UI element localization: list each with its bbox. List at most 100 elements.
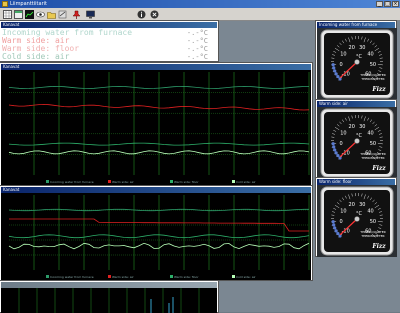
legend-swatch [170, 275, 173, 278]
close-circle-icon[interactable] [150, 10, 159, 19]
gauge-logo: Fizz [371, 165, 386, 172]
gauge-brand-line2: THERMOMETER [360, 234, 384, 238]
gauge-tick-label: 10 [340, 130, 346, 136]
thermometer-gauge: -100102030405060°CTHREE-QUARTERTHERMOMET… [317, 185, 397, 257]
toolbar [0, 8, 400, 21]
chart-window-top: Kanavat Incoming water from furnaceWarm … [0, 63, 312, 185]
legend-swatch [46, 180, 49, 183]
grid-icon[interactable] [3, 10, 12, 19]
legend-row: Cold side: air -.-°C [2, 53, 216, 61]
gauge-window: Incoming water from furnace -10010203040… [316, 21, 396, 99]
gauge-tick-label: 20 [349, 45, 355, 51]
legend-row-value: -.-°C [187, 37, 208, 45]
legend-window: Kanavat Incoming water from furnace -.-°… [0, 21, 218, 61]
legend-swatch [170, 180, 173, 183]
legend-label: Warm side: air [112, 275, 134, 279]
title-bar: Liimpanttiitarit _ □ × [0, 0, 400, 8]
gauge-unit: °C [356, 54, 363, 60]
gauge-tick-label: 40 [367, 208, 373, 214]
chart-window-bottom: Kanavat Incoming water from furnaceWarm … [0, 186, 312, 280]
info-icon[interactable] [137, 10, 146, 19]
gauge-logo: Fizz [371, 86, 386, 93]
cold-zone-mark [333, 69, 336, 72]
cold-zone-mark [338, 234, 341, 237]
gauge-tick-label: 50 [370, 62, 376, 68]
chart-window-third [0, 281, 218, 312]
monitor-icon[interactable] [86, 10, 95, 19]
folder-icon[interactable] [47, 10, 56, 19]
gauge-tick-label: 30 [359, 45, 365, 51]
chart-top-plot[interactable]: Incoming water from furnace Warm side: ai… [1, 70, 311, 185]
cold-zone-mark [336, 75, 339, 78]
gauge-tick-label: 20 [349, 202, 355, 208]
gauge-tick-label: 30 [359, 124, 365, 130]
gauge-tick-label: 30 [359, 202, 365, 208]
gauge-hub [355, 217, 360, 222]
gauge-unit: °C [356, 133, 363, 139]
gauge-tick-label: 0 [340, 62, 343, 68]
chart-icon[interactable] [25, 10, 34, 19]
gauge-tick-label: 10 [340, 51, 346, 57]
legend-swatch [232, 180, 235, 183]
gauge-tick-label: 50 [370, 219, 376, 225]
gauge-hub [355, 139, 360, 144]
gauge-logo: Fizz [371, 243, 386, 250]
maximize-button[interactable]: □ [384, 1, 391, 7]
gauge-tick-label: 10 [340, 208, 346, 214]
cold-zone-mark [332, 220, 335, 223]
cold-zone-mark [336, 232, 339, 235]
legend-label: Warm side: air [112, 180, 134, 184]
chart-bottom-plot[interactable]: Incoming water from furnace Warm side: ai… [1, 193, 311, 280]
legend-swatch [232, 275, 235, 278]
pin-icon[interactable] [72, 10, 81, 19]
cold-zone-mark [333, 226, 336, 229]
cold-zone-mark [332, 223, 335, 226]
legend-label: Incoming water from furnace [50, 180, 94, 184]
gauge-tick-label: 40 [367, 51, 373, 57]
legend-label: Cold side: air [236, 180, 256, 184]
app-icon [2, 1, 8, 7]
plot-background [1, 70, 311, 185]
gauge-brand-line2: THERMOMETER [360, 77, 384, 81]
app-title: Liimpanttiitarit [10, 1, 47, 7]
cold-zone-mark [335, 72, 338, 75]
cold-zone-mark [332, 66, 335, 69]
eye-icon[interactable] [36, 10, 45, 19]
gauge-tick-label: 40 [367, 130, 373, 136]
legend-row-value: -.-°C [187, 29, 208, 37]
gauge-hub [355, 60, 360, 65]
cold-zone-mark [338, 156, 341, 159]
legend-label: Warm side: floor [174, 180, 199, 184]
cold-zone-mark [332, 145, 335, 148]
cold-zone-mark [335, 229, 338, 232]
legend-swatch [46, 275, 49, 278]
gauge-tick-label: 20 [349, 124, 355, 130]
minimize-button[interactable]: _ [376, 1, 383, 7]
legend-row-value: -.-°C [187, 53, 208, 61]
gauge-brand-line2: THERMOMETER [360, 156, 384, 160]
chart-third-plot[interactable] [1, 288, 217, 313]
thermometer-gauge: -100102030405060°CTHREE-QUARTERTHERMOMET… [317, 107, 397, 179]
cold-zone-mark [333, 148, 336, 151]
app-window: Liimpanttiitarit _ □ × Kanavat Incoming … [0, 0, 400, 312]
export-icon[interactable] [58, 10, 67, 19]
gauge-unit: °C [356, 211, 363, 217]
legend-label: Warm side: floor [174, 275, 199, 279]
plot-background [1, 193, 311, 280]
cold-zone-mark [335, 151, 338, 154]
close-button[interactable]: × [392, 1, 399, 7]
legend-label: Cold side: air [236, 275, 256, 279]
legend-row-value: -.-°C [187, 45, 208, 53]
thermometer-gauge: -100102030405060°CTHREE-QUARTERTHERMOMET… [317, 28, 397, 100]
legend-row-label: Cold side: air [2, 52, 69, 61]
gauge-tick-label: 50 [370, 141, 376, 147]
gauge-tick-label: 0 [340, 141, 343, 147]
legend-label: Incoming water from furnace [50, 275, 94, 279]
cold-zone-mark [336, 154, 339, 157]
table-icon[interactable] [14, 10, 23, 19]
legend-swatch [108, 180, 111, 183]
cold-zone-mark [332, 63, 335, 66]
cold-zone-mark [332, 142, 335, 145]
gauge-tick-label: 0 [340, 219, 343, 225]
gauge-window: Warm side: floor -100102030405060°CTHREE… [316, 178, 396, 256]
